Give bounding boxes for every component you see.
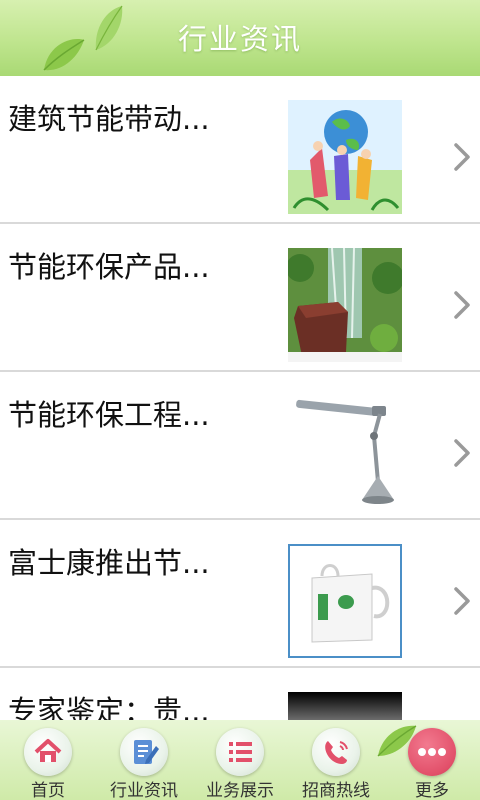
waterfall-box-thumbnail <box>288 248 402 362</box>
tab-news[interactable]: 行业资讯 <box>96 720 192 800</box>
page-title: 行业资讯 <box>177 22 302 56</box>
tab-icon-bg <box>408 728 456 776</box>
home-icon <box>34 739 62 762</box>
tab-label: 业务展示 <box>206 781 274 800</box>
list-item[interactable]: 节能环保产品... <box>0 224 480 372</box>
tab-hotline[interactable]: 招商热线 <box>288 720 384 800</box>
item-title: 建筑节能带动... <box>8 102 210 136</box>
chevron-right-icon <box>454 291 470 319</box>
bottom-tab-bar: 首页 行业资讯 业务展示 招商热线 更多 <box>0 720 480 800</box>
tab-icon-bg <box>24 728 72 776</box>
list-item[interactable]: 富士康推出节... <box>0 520 480 668</box>
list-icon <box>229 742 252 762</box>
item-title: 专家鉴定：贵... <box>8 694 210 720</box>
tab-icon-bg <box>216 728 264 776</box>
tab-label: 行业资讯 <box>110 781 178 800</box>
chevron-right-icon <box>454 143 470 171</box>
item-title: 节能环保产品... <box>8 250 210 284</box>
tab-more[interactable]: 更多 <box>384 720 480 800</box>
phone-icon <box>325 741 348 764</box>
news-list[interactable]: 建筑节能带动... 节能环保产品... 节能环保工程... 富士康推出节... … <box>0 76 480 720</box>
desk-lamp-thumbnail <box>288 396 402 510</box>
tab-label: 招商热线 <box>302 781 370 800</box>
list-item[interactable]: 专家鉴定：贵... <box>0 668 480 720</box>
globe-people-thumbnail <box>288 100 402 214</box>
list-item[interactable]: 节能环保工程... <box>0 372 480 520</box>
tab-business[interactable]: 业务展示 <box>192 720 288 800</box>
tote-bag-thumbnail <box>288 544 402 658</box>
document-edit-icon <box>134 740 159 764</box>
header-bar: 行业资讯 <box>0 0 480 76</box>
tab-icon-bg <box>312 728 360 776</box>
item-title: 富士康推出节... <box>8 546 210 580</box>
item-title: 节能环保工程... <box>8 398 210 432</box>
tab-label: 更多 <box>415 781 449 800</box>
list-item[interactable]: 建筑节能带动... <box>0 76 480 224</box>
dark-gradient-thumbnail <box>288 692 402 720</box>
tab-home[interactable]: 首页 <box>0 720 96 800</box>
chevron-right-icon <box>454 587 470 615</box>
more-icon <box>418 748 446 756</box>
chevron-right-icon <box>454 439 470 467</box>
tab-label: 首页 <box>31 781 65 800</box>
tab-icon-bg <box>120 728 168 776</box>
